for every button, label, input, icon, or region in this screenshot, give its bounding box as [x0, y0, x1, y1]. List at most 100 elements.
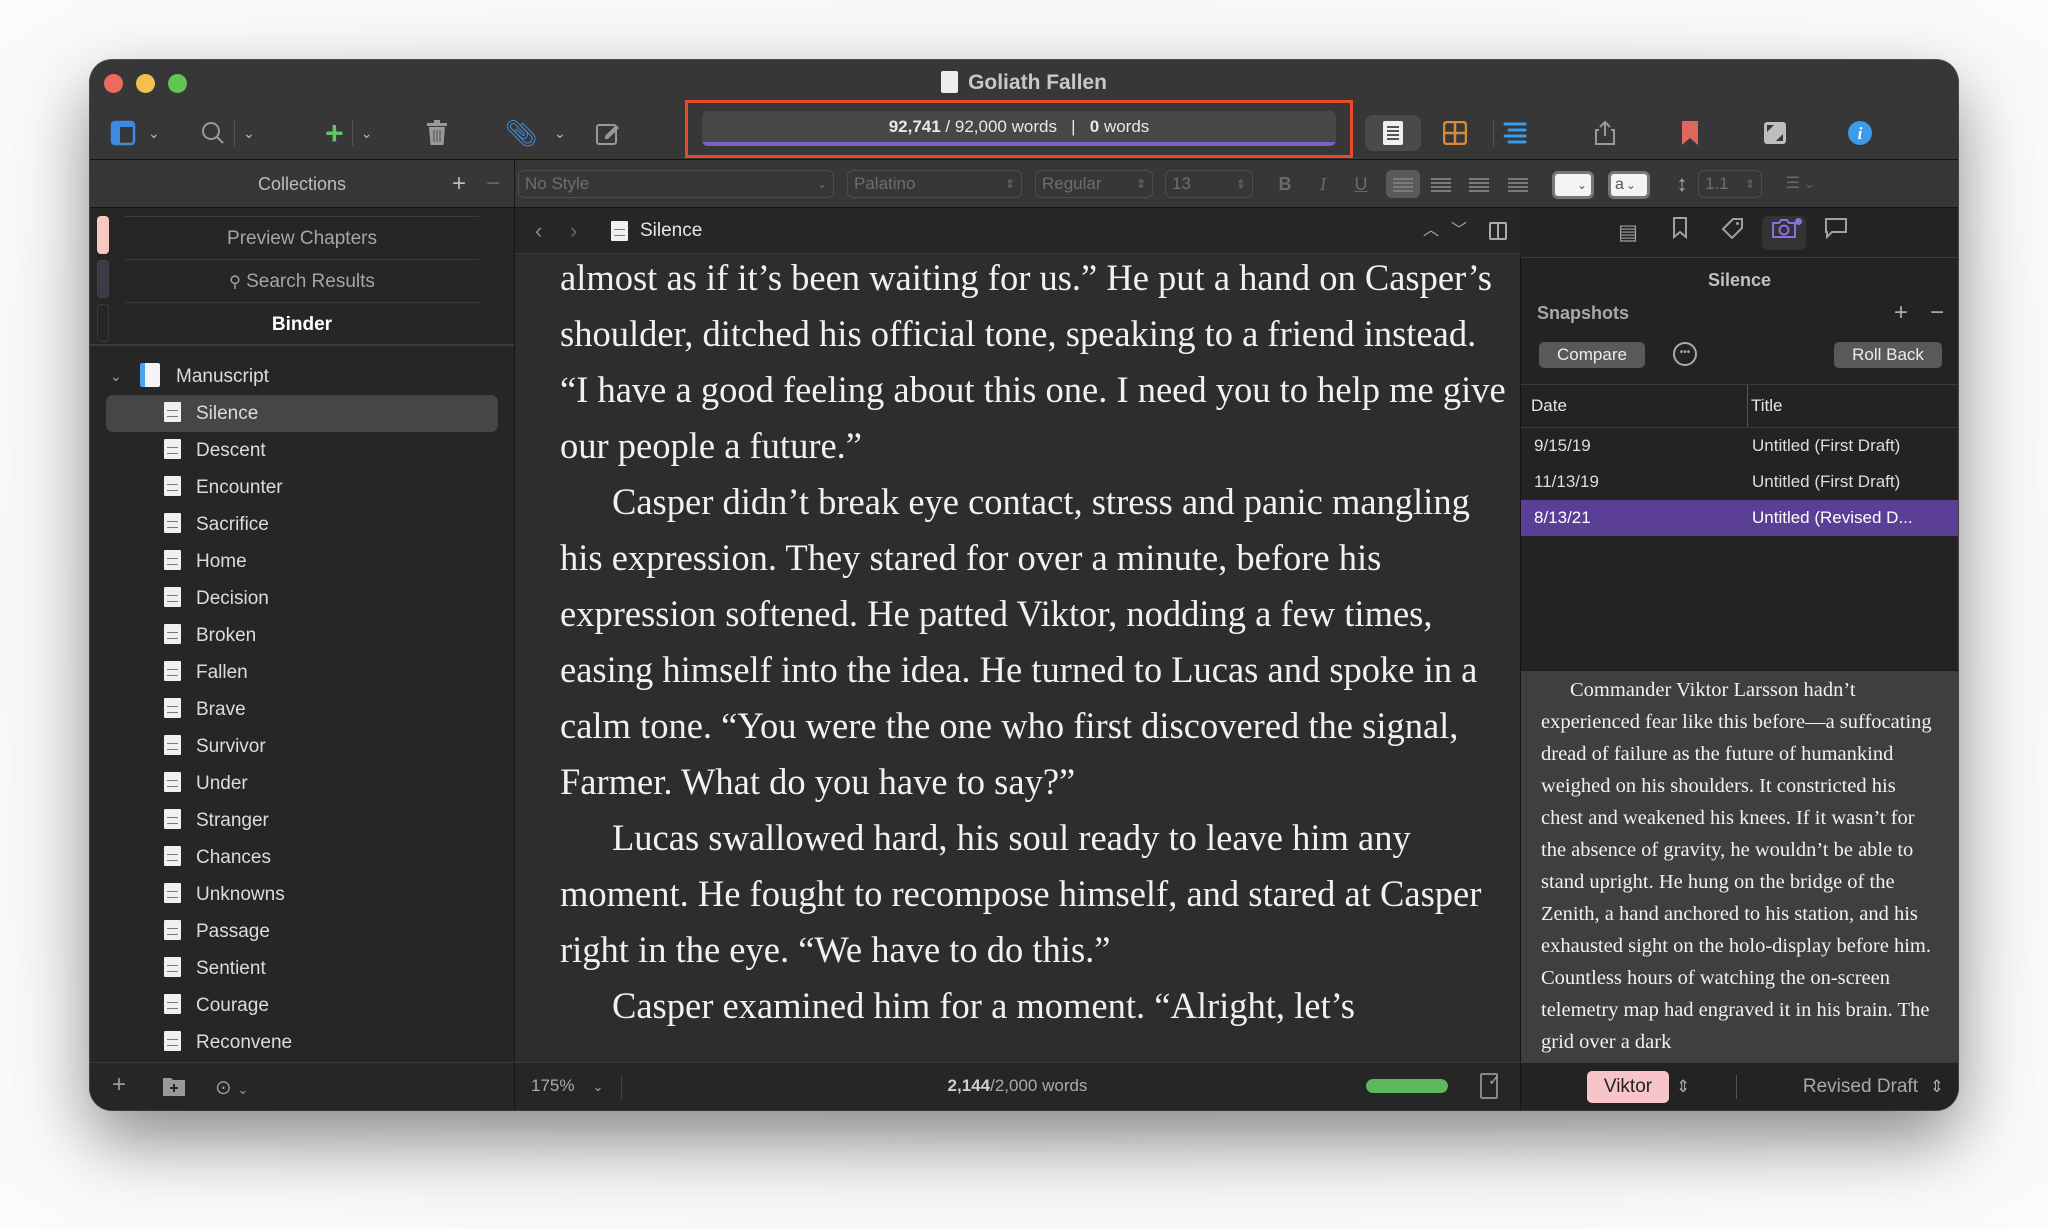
- zoom-select[interactable]: 175% ⌄: [531, 1063, 603, 1110]
- collection-tab-binder[interactable]: Binder: [125, 302, 479, 345]
- tab-comments[interactable]: [1814, 216, 1858, 250]
- column-header-date[interactable]: Date: [1531, 385, 1567, 427]
- status-up-down-icon[interactable]: ⇕: [1930, 1071, 1944, 1103]
- inspector-button[interactable]: i: [1840, 115, 1880, 151]
- highlight-letter: a: [1615, 176, 1624, 193]
- binder-item[interactable]: Broken: [90, 617, 514, 654]
- snapshot-row[interactable]: 8/13/21 Untitled (Revised D...: [1521, 500, 1958, 536]
- binder-item[interactable]: Sacrifice: [90, 506, 514, 543]
- collections-header: Collections + −: [90, 160, 515, 208]
- binder-item[interactable]: Silence: [90, 395, 514, 432]
- trash-button[interactable]: [425, 115, 449, 151]
- tab-bookmarks[interactable]: [1658, 216, 1702, 250]
- font-size-select[interactable]: 13 ⇕: [1165, 170, 1253, 198]
- binder-item[interactable]: Reconvene: [90, 1024, 514, 1061]
- remove-snapshot-button[interactable]: −: [1930, 296, 1944, 330]
- tab-notes[interactable]: ▤: [1606, 216, 1650, 250]
- binder-item[interactable]: Decision: [90, 580, 514, 617]
- align-center-button[interactable]: [1424, 170, 1458, 198]
- chevron-down-icon[interactable]: ⌄: [554, 125, 566, 142]
- compare-button[interactable]: Compare: [1539, 342, 1645, 368]
- back-button[interactable]: ‹: [535, 208, 542, 254]
- scrivener-logo-icon: [941, 71, 959, 93]
- paragraph-style-select[interactable]: No Style ⌄: [518, 170, 834, 198]
- outliner-view-button[interactable]: [1495, 115, 1535, 151]
- binder-toggle-button[interactable]: ⌄: [110, 115, 160, 151]
- chevron-down-icon[interactable]: ⌄: [148, 125, 160, 142]
- collection-tab-preview-chapters[interactable]: Preview Chapters: [125, 216, 479, 259]
- add-document-button[interactable]: +: [112, 1071, 126, 1099]
- share-button[interactable]: [1585, 115, 1625, 151]
- add-collection-button[interactable]: +: [452, 160, 466, 208]
- binder-item[interactable]: Brave: [90, 691, 514, 728]
- add-folder-button[interactable]: [162, 1075, 186, 1104]
- corkboard-view-button[interactable]: [1435, 115, 1475, 151]
- outline-icon: [1503, 122, 1527, 144]
- chevron-down-icon[interactable]: ⌄: [361, 125, 373, 142]
- remove-collection-button[interactable]: −: [486, 160, 500, 208]
- editor-text[interactable]: almost as if it’s been waiting for us.” …: [560, 254, 1510, 1034]
- justify-button[interactable]: [1501, 170, 1535, 198]
- label-up-down-icon[interactable]: ⇕: [1676, 1071, 1690, 1103]
- binder-item[interactable]: Stranger: [90, 802, 514, 839]
- font-family-select[interactable]: Palatino ⇕: [847, 170, 1022, 198]
- tab-metadata[interactable]: [1711, 216, 1755, 250]
- document-view-button[interactable]: [1365, 115, 1421, 151]
- editor-document-title[interactable]: Silence: [640, 208, 702, 254]
- underline-button[interactable]: U: [1344, 170, 1378, 198]
- text-color-picker[interactable]: ⌄: [1552, 171, 1594, 199]
- chevron-down-icon[interactable]: ⌄: [243, 125, 255, 142]
- add-item-button[interactable]: + ⌄: [325, 115, 372, 151]
- composition-mode-button[interactable]: [1755, 115, 1795, 151]
- label-select[interactable]: Viktor: [1587, 1071, 1669, 1103]
- snapshot-row[interactable]: 11/13/19 Untitled (First Draft): [1521, 464, 1958, 500]
- column-header-title[interactable]: Title: [1747, 385, 1783, 427]
- forward-button[interactable]: ›: [570, 208, 577, 254]
- binder-item[interactable]: Survivor: [90, 728, 514, 765]
- snapshot-row[interactable]: 9/15/19 Untitled (First Draft): [1521, 428, 1958, 464]
- document-icon: [164, 439, 181, 459]
- binder-item[interactable]: Fallen: [90, 654, 514, 691]
- font-weight-select[interactable]: Regular ⇕: [1035, 170, 1153, 198]
- binder-item[interactable]: Courage: [90, 987, 514, 1024]
- binder-item[interactable]: Encounter: [90, 469, 514, 506]
- binder-item[interactable]: Sentient: [90, 950, 514, 987]
- bookmarks-button[interactable]: [1670, 115, 1710, 151]
- snapshot-preview[interactable]: Commander Viktor Larsson hadn’t experien…: [1521, 670, 1958, 1062]
- next-document-button[interactable]: ﹀: [1451, 208, 1467, 254]
- binder-item[interactable]: Passage: [90, 913, 514, 950]
- binder-item-label: Descent: [196, 440, 266, 461]
- collection-tab-search-results[interactable]: ⚲ Search Results: [125, 259, 479, 302]
- inspector-info-icon: i: [1848, 121, 1872, 145]
- bold-button[interactable]: B: [1268, 170, 1302, 198]
- project-word-count[interactable]: 92,741 / 92,000 words | 0 words: [702, 111, 1336, 146]
- line-spacing-select[interactable]: 1.1 ⇕: [1698, 170, 1762, 198]
- chevron-down-icon: ⌄: [592, 1079, 604, 1094]
- binder-item[interactable]: Home: [90, 543, 514, 580]
- list-button[interactable]: ☰ ⌄: [1775, 170, 1825, 198]
- status-select[interactable]: Revised Draft: [1803, 1071, 1918, 1103]
- previous-document-button[interactable]: ︿: [1423, 208, 1439, 254]
- add-snapshot-button[interactable]: +: [1894, 296, 1908, 330]
- binder-item[interactable]: Under: [90, 765, 514, 802]
- search-button[interactable]: ⌄: [200, 115, 255, 151]
- more-actions-button[interactable]: ⊙ ⌄: [215, 1075, 248, 1100]
- align-right-button[interactable]: [1462, 170, 1496, 198]
- tab-snapshots[interactable]: [1762, 216, 1806, 250]
- binder-item[interactable]: Descent: [90, 432, 514, 469]
- attachment-button[interactable]: 📎︎ ⌄: [505, 115, 566, 151]
- quick-reference-button[interactable]: [595, 115, 621, 151]
- split-editor-button[interactable]: [1489, 222, 1507, 240]
- inspector: ▤ Silence Snapshots + − Compare ••• Roll…: [1521, 208, 1958, 1110]
- highlight-color-picker[interactable]: a ⌄: [1608, 171, 1650, 199]
- italic-button[interactable]: I: [1306, 170, 1340, 198]
- align-left-button[interactable]: [1386, 170, 1420, 198]
- snapshot-options-button[interactable]: •••: [1673, 342, 1697, 366]
- binder-item[interactable]: Unknowns: [90, 876, 514, 913]
- binder-item[interactable]: Chances: [90, 839, 514, 876]
- editor[interactable]: almost as if it’s been waiting for us.” …: [515, 254, 1521, 1062]
- disclosure-triangle-icon[interactable]: ⌄: [110, 358, 122, 395]
- document-target-button[interactable]: ✓: [1480, 1072, 1500, 1099]
- roll-back-button[interactable]: Roll Back: [1834, 342, 1942, 368]
- binder-item-manuscript[interactable]: ⌄ Manuscript: [90, 358, 514, 395]
